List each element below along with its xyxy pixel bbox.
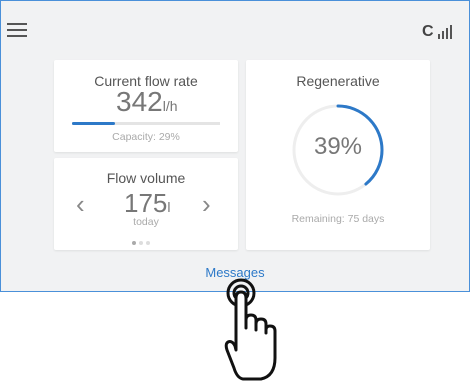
flow-volume-unit: l	[167, 199, 171, 215]
page-dot	[139, 241, 143, 245]
device-screen: C Current flow rate 342l/h Capacity: 29%…	[0, 0, 470, 292]
regenerative-card[interactable]: Regenerative 39% Remaining: 75 days	[246, 60, 430, 250]
flow-volume-period: today	[133, 216, 159, 228]
flow-volume-value: 175	[124, 188, 168, 218]
page-dot	[146, 241, 150, 245]
flow-rate-value-group: 342l/h	[116, 86, 178, 118]
flow-volume-card[interactable]: Flow volume ‹ 175l › today	[54, 158, 238, 250]
flow-rate-unit: l/h	[162, 98, 178, 114]
flow-volume-title: Flow volume	[106, 170, 186, 186]
flow-rate-value: 342	[116, 86, 163, 117]
capacity-bar-fill	[72, 122, 115, 125]
hamburger-menu-icon[interactable]	[7, 23, 29, 39]
signal-bars-icon	[438, 25, 458, 39]
page-dot	[132, 241, 136, 245]
flow-volume-value-group: 175l	[124, 188, 171, 219]
brand-logo: C	[422, 23, 434, 40]
regenerative-title: Regenerative	[296, 73, 380, 89]
capacity-text: Capacity: 29%	[112, 131, 180, 143]
chevron-right-icon[interactable]: ›	[202, 191, 211, 217]
regenerative-percent: 39%	[313, 133, 363, 160]
capacity-bar	[72, 122, 220, 125]
remaining-text: Remaining: 75 days	[291, 213, 385, 225]
chevron-left-icon[interactable]: ‹	[76, 191, 85, 217]
hand-pointer-icon	[224, 278, 277, 381]
flow-rate-card[interactable]: Current flow rate 342l/h Capacity: 29%	[54, 60, 238, 152]
page-indicator	[132, 232, 153, 250]
